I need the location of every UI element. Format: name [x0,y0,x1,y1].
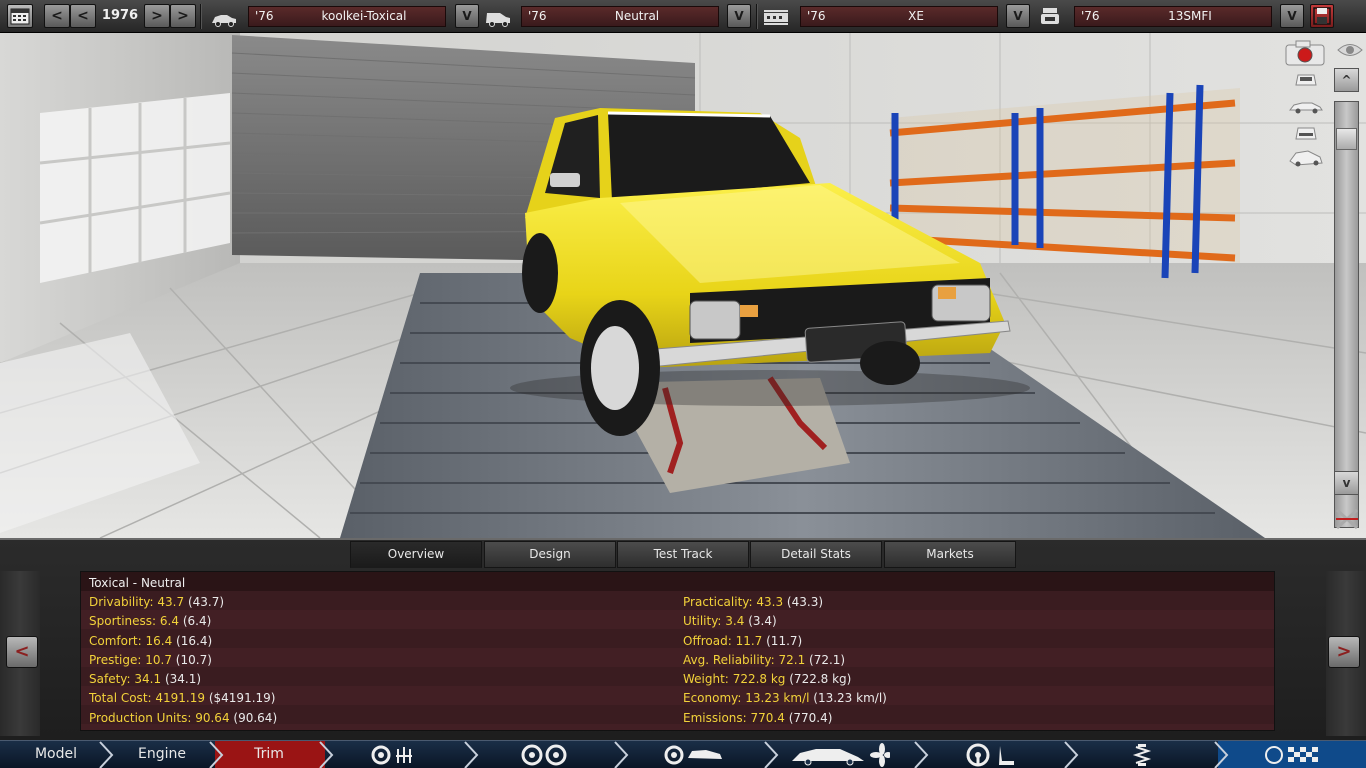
car-model-icon [212,15,236,27]
designer-stage-nav: Model Engine Trim [0,740,1366,768]
stat-utility: Utility: 3.4 (3.4) [683,614,777,628]
year-prev-button[interactable]: < [70,4,96,28]
automation-car-designer: < < 1976 > > '76 koolkei-Toxical V '76 N… [0,0,1366,768]
tab-test-track[interactable]: Test Track [617,541,749,568]
engine-variant-field[interactable]: '76 13SMFI [1074,6,1272,27]
stat-avg-reliability: Avg. Reliability: 72.1 (72.1) [683,653,846,667]
finish-flag-icon[interactable] [1264,743,1324,767]
tab-design[interactable]: Design [484,541,616,568]
chassis-suspension-icon[interactable] [370,743,422,767]
nav-model[interactable]: Model [10,741,102,768]
tab-markets[interactable]: Markets [884,541,1016,568]
nav-trim[interactable]: Trim [222,741,316,768]
scrollbar-thumb[interactable] [1336,128,1357,150]
stat-sportiness: Sportiness: 6.4 (6.4) [89,614,212,628]
tab-detail-stats[interactable]: Detail Stats [750,541,882,568]
separator [200,4,202,29]
stat-total-cost: Total Cost: 4191.19 ($4191.19) [89,691,276,705]
view-front-icon[interactable] [1292,69,1320,89]
car-3d-viewport[interactable]: ^ v [0,33,1366,538]
headlight-left [689,300,741,340]
save-button[interactable] [1310,4,1334,28]
stat-safety: Safety: 34.1 (34.1) [89,672,202,686]
nav-engine[interactable]: Engine [112,741,212,768]
scroll-down-button[interactable]: v [1334,471,1359,495]
engine-block-icon [764,10,788,25]
engine-family-name: XE [908,9,924,23]
testing-spring-icon[interactable] [1126,743,1162,767]
trim-name: Neutral [614,9,660,23]
engine-family-year: '76 [807,9,826,23]
screenshot-camera-icon[interactable] [1284,39,1326,67]
scroll-up-button[interactable]: ^ [1334,68,1359,92]
view-rear-icon[interactable] [1292,123,1320,143]
year-next-fast-button[interactable]: > [170,4,196,28]
next-panel-button[interactable]: > [1328,636,1360,668]
year-next-button[interactable]: > [144,4,170,28]
trim-year: '76 [528,9,547,23]
scrollbar-track[interactable] [1334,101,1359,528]
interior-steering-icon[interactable] [964,743,1024,767]
tab-overview[interactable]: Overview [350,541,482,568]
year-label: 1976 [101,8,139,23]
stat-offroad: Offroad: 11.7 (11.7) [683,634,803,648]
calendar-button[interactable] [7,4,33,28]
overview-stats: Toxical - Neutral Drivability: 43.7 (43.… [80,571,1275,731]
floppy-disk-icon [1313,7,1331,25]
engine-variant-dropdown-button[interactable]: V [1280,4,1304,28]
separator [756,4,758,29]
stat-prestige: Prestige: 10.7 (10.7) [89,653,212,667]
engine-family-dropdown-button[interactable]: V [1006,4,1030,28]
stat-practicality: Practicality: 43.3 (43.3) [683,595,824,609]
stat-emissions: Emissions: 770.4 (770.4) [683,711,833,725]
eye-visibility-icon[interactable] [1336,41,1364,59]
stat-weight: Weight: 722.8 kg (722.8 kg) [683,672,852,686]
view-perspective-icon[interactable] [1288,147,1324,169]
stats-title: Toxical - Neutral [89,576,186,590]
stat-economy: Economy: 13.23 km/l (13.23 km/l) [683,691,887,705]
stat-comfort: Comfort: 16.4 (16.4) [89,634,213,648]
trim-field[interactable]: '76 Neutral [521,6,719,27]
prev-panel-button[interactable]: < [6,636,38,668]
aero-fan-icon[interactable] [790,743,890,767]
model-field[interactable]: '76 koolkei-Toxical [248,6,446,27]
year-prev-fast-button[interactable]: < [44,4,70,28]
calendar-icon [10,8,30,25]
stat-production-units: Production Units: 90.64 (90.64) [89,711,278,725]
engine-variant-name: 13SMFI [1168,9,1212,23]
model-year: '76 [255,9,274,23]
car-trim-icon [486,13,510,27]
trim-dropdown-button[interactable]: V [727,4,751,28]
engine-family-field[interactable]: '76 XE [800,6,998,27]
garage-render [0,33,1366,538]
wheels-icon[interactable] [520,743,570,767]
view-side-icon[interactable] [1288,97,1324,115]
top-toolbar: < < 1976 > > '76 koolkei-Toxical V '76 N… [0,0,1366,33]
wrench-cross-icon[interactable] [1332,505,1362,533]
stat-drivability: Drivability: 43.7 (43.7) [89,595,225,609]
engine-variant-icon [1041,8,1059,24]
model-dropdown-button[interactable]: V [455,4,479,28]
engine-variant-year: '76 [1081,9,1100,23]
body-panels-icon[interactable] [662,743,726,767]
model-name: koolkei-Toxical [321,9,407,23]
